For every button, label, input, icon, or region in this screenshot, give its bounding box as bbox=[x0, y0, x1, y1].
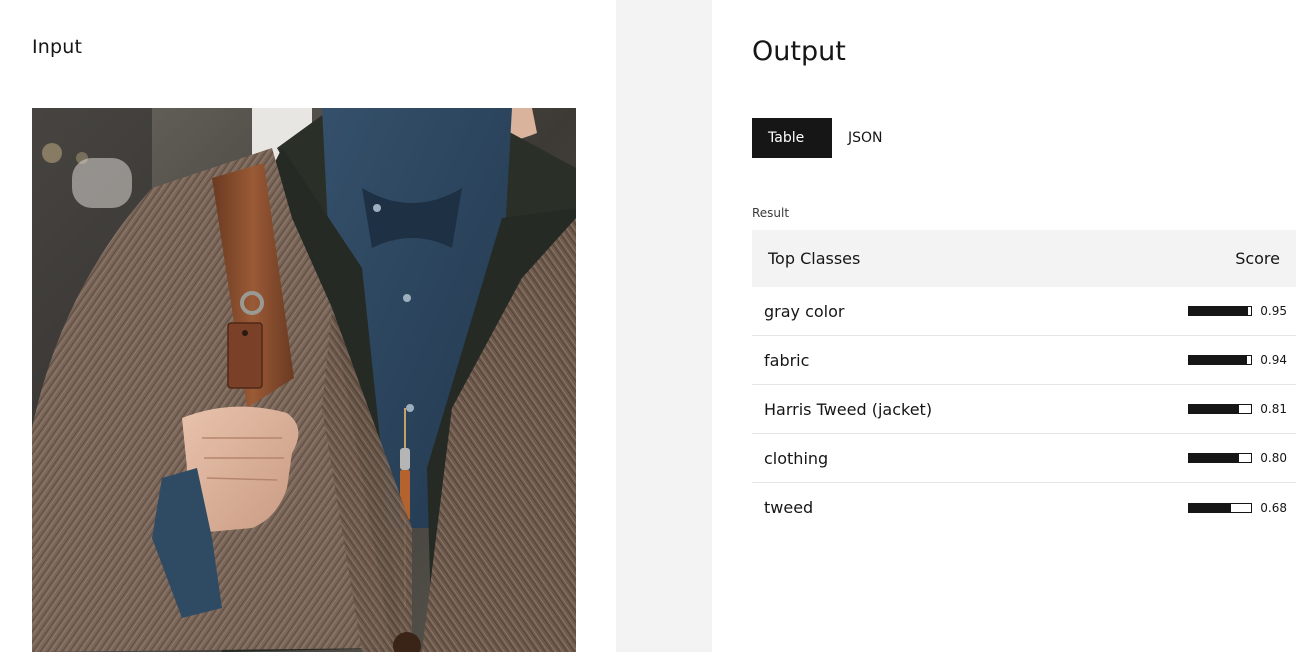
table-header: Top Classes Score bbox=[752, 230, 1296, 287]
input-panel: Input bbox=[0, 0, 616, 652]
score-bar-fill bbox=[1189, 356, 1248, 364]
score-cell: 0.68 bbox=[1188, 501, 1287, 515]
score-cell: 0.95 bbox=[1188, 304, 1287, 318]
class-name: gray color bbox=[764, 301, 845, 321]
output-tabs: Table JSON bbox=[752, 118, 899, 158]
class-name: clothing bbox=[764, 448, 829, 468]
score-value: 0.94 bbox=[1260, 353, 1287, 367]
app-root: Input Output Table JSON Result Top Class… bbox=[0, 0, 1313, 652]
score-bar bbox=[1188, 453, 1252, 463]
input-image bbox=[32, 108, 576, 652]
panel-divider bbox=[616, 0, 712, 652]
score-value: 0.81 bbox=[1260, 402, 1287, 416]
header-score: Score bbox=[1235, 249, 1280, 268]
score-bar-fill bbox=[1189, 503, 1232, 512]
score-bar-fill bbox=[1189, 405, 1240, 413]
score-bar bbox=[1188, 404, 1252, 414]
class-name: Harris Tweed (jacket) bbox=[764, 399, 933, 419]
output-panel: Output Table JSON Result Top Classes Sco… bbox=[712, 0, 1313, 652]
table-row: Harris Tweed (jacket) 0.81 bbox=[752, 385, 1296, 434]
tab-table[interactable]: Table bbox=[752, 118, 832, 158]
table-row: tweed 0.68 bbox=[752, 483, 1296, 532]
output-title: Output bbox=[752, 36, 846, 67]
table-row: clothing 0.80 bbox=[752, 434, 1296, 483]
class-name: tweed bbox=[764, 498, 814, 517]
score-bar bbox=[1188, 355, 1252, 365]
score-bar bbox=[1188, 306, 1252, 316]
score-bar bbox=[1188, 502, 1252, 513]
score-cell: 0.94 bbox=[1188, 353, 1287, 367]
score-value: 0.68 bbox=[1260, 500, 1287, 515]
table-row: fabric 0.94 bbox=[752, 336, 1296, 385]
table-row: gray color 0.95 bbox=[752, 287, 1296, 336]
score-value: 0.95 bbox=[1260, 304, 1287, 318]
score-cell: 0.81 bbox=[1188, 402, 1287, 416]
class-name: fabric bbox=[764, 350, 810, 370]
score-bar-fill bbox=[1189, 307, 1248, 315]
result-label: Result bbox=[752, 206, 790, 220]
results-table: Top Classes Score gray color 0.95 fabric… bbox=[752, 230, 1296, 532]
score-cell: 0.80 bbox=[1188, 451, 1287, 465]
input-title: Input bbox=[32, 36, 83, 58]
header-top-classes: Top Classes bbox=[768, 249, 861, 268]
score-bar-fill bbox=[1189, 454, 1239, 462]
score-value: 0.80 bbox=[1260, 451, 1287, 465]
tab-json[interactable]: JSON bbox=[832, 118, 899, 158]
